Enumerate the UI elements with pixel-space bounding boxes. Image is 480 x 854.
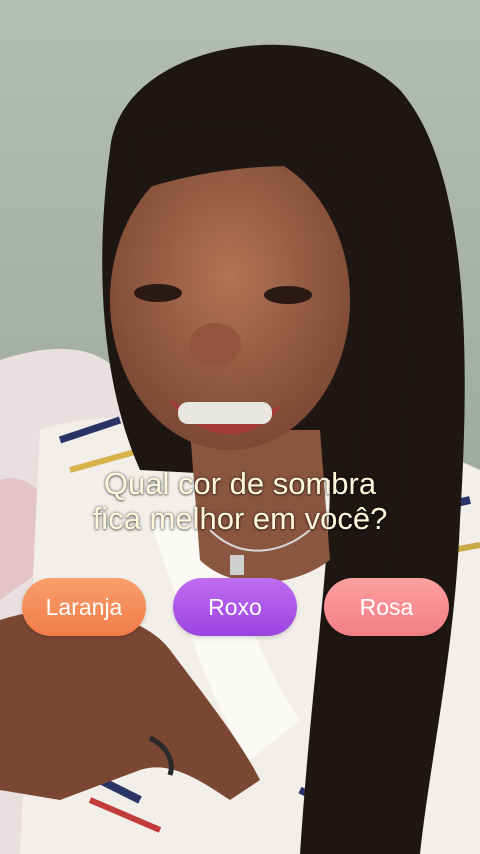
quiz-options: Laranja Roxo Rosa xyxy=(0,578,480,636)
option-laranja-button[interactable]: Laranja xyxy=(22,578,146,636)
option-rosa-button[interactable]: Rosa xyxy=(324,578,449,636)
camera-feed xyxy=(0,0,480,854)
camera-screen: Qual cor de sombra fica melhor em você? … xyxy=(0,0,480,854)
quiz-question: Qual cor de sombra fica melhor em você? xyxy=(0,466,480,536)
quiz-question-line-1: Qual cor de sombra xyxy=(103,466,377,501)
option-roxo-button[interactable]: Roxo xyxy=(173,578,297,636)
quiz-question-line-2: fica melhor em você? xyxy=(92,501,388,536)
